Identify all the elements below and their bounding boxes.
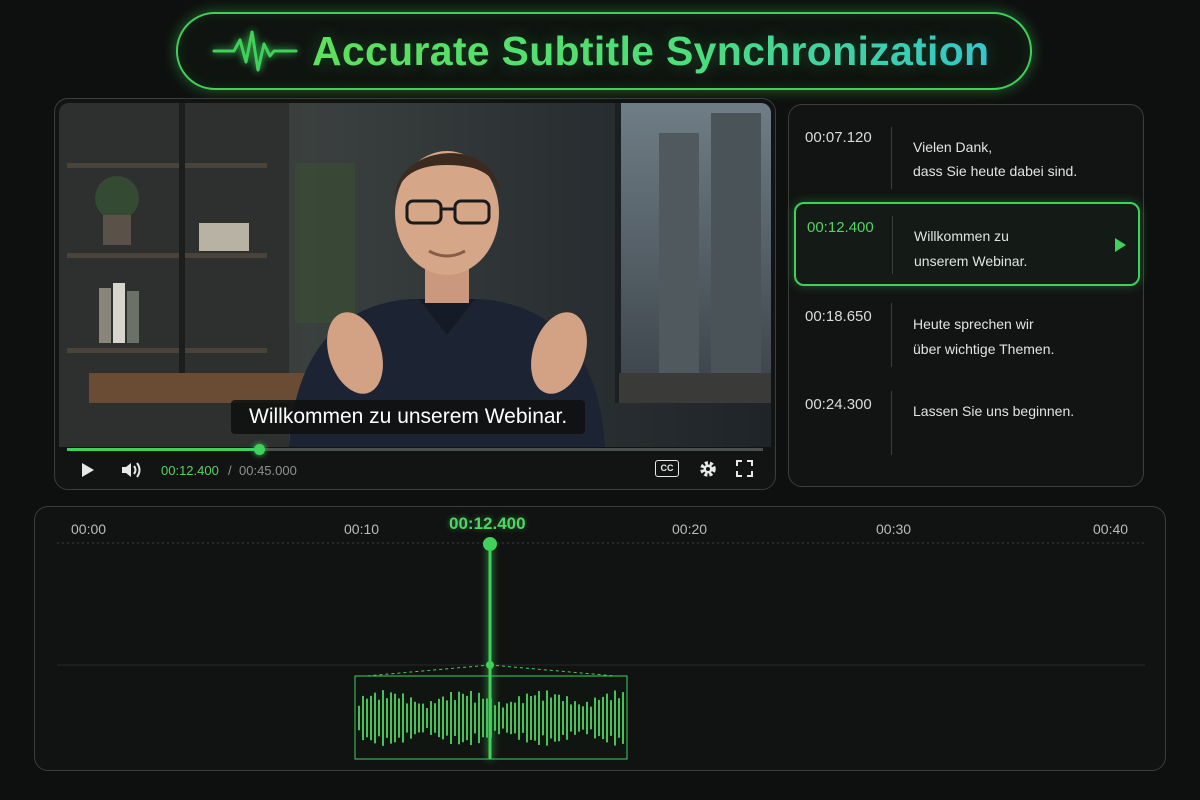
audio-waveform — [48, 537, 1155, 760]
subtitle-cue-4[interactable]: 00:24.300 Lassen Sie uns beginnen. — [789, 383, 1143, 467]
cue-divider — [892, 216, 893, 274]
cue-timestamp: 00:24.300 — [805, 396, 872, 413]
subtitle-cue-1[interactable]: 00:07.120 Vielen Dank, dass Sie heute da… — [789, 111, 1143, 195]
cue-divider — [891, 127, 892, 189]
page-title: Accurate Subtitle Synchronization — [312, 27, 990, 74]
cue-divider — [891, 391, 892, 455]
cue-divider — [891, 303, 892, 367]
cue-text-line2: unserem Webinar. — [914, 253, 1028, 269]
volume-icon[interactable] — [121, 461, 143, 479]
zoom-connector-left — [354, 664, 491, 678]
cue-text-line1: Heute sprechen wir — [913, 316, 1034, 332]
video-player: Willkommen zu unserem Webinar. 00:12.400… — [54, 98, 776, 490]
gear-icon[interactable] — [698, 459, 718, 479]
current-time: 00:12.400 — [161, 463, 219, 478]
cue-timestamp: 00:18.650 — [805, 308, 872, 325]
duration-time: 00:45.000 — [239, 463, 297, 478]
fullscreen-icon[interactable] — [736, 460, 753, 477]
speaker-video-image — [59, 103, 771, 447]
cue-timestamp: 00:07.120 — [805, 129, 872, 146]
cue-text-line1: Willkommen zu — [914, 228, 1009, 244]
cue-text-line2: über wichtige Themen. — [913, 341, 1055, 357]
cue-text-line2: dass Sie heute dabei sind. — [913, 163, 1078, 179]
waveform-pulse-icon — [212, 30, 298, 72]
cc-label: CC — [660, 463, 674, 473]
cue-text-line1: Vielen Dank, — [913, 139, 993, 155]
subtitle-cue-3[interactable]: 00:18.650 Heute sprechen wir über wichti… — [789, 295, 1143, 379]
seek-bar[interactable] — [67, 444, 763, 455]
waveform-timeline[interactable]: 00:00 00:10 00:20 00:30 00:40 00:12.400 — [34, 506, 1166, 771]
video-frame[interactable]: Willkommen zu unserem Webinar. — [59, 103, 771, 447]
cue-timestamp: 00:12.400 — [807, 219, 874, 236]
play-icon[interactable] — [81, 462, 95, 478]
seek-bar-fill — [67, 448, 259, 451]
title-banner: Accurate Subtitle Synchronization — [176, 12, 1032, 90]
main-waveform-bars — [48, 563, 1155, 641]
playhead-handle[interactable] — [483, 537, 497, 551]
video-subtitle-caption: Willkommen zu unserem Webinar. — [231, 400, 586, 434]
active-cue-play-icon[interactable] — [1115, 238, 1126, 252]
seek-bar-thumb[interactable] — [253, 444, 265, 455]
cue-text-line1: Lassen Sie uns beginnen. — [913, 403, 1075, 419]
caption-text: Willkommen zu unserem Webinar. — [249, 405, 568, 428]
player-controls: 00:12.400 / 00:45.000 CC — [55, 455, 775, 485]
cc-icon[interactable]: CC — [655, 460, 679, 477]
subtitle-cue-2-active[interactable]: 00:12.400 Willkommen zu unserem Webinar. — [794, 202, 1140, 286]
subtitle-list: 00:07.120 Vielen Dank, dass Sie heute da… — [788, 104, 1144, 487]
zoom-connector-right — [489, 664, 628, 678]
playhead-zoom-anchor — [486, 661, 494, 669]
time-separator: / — [228, 463, 232, 478]
